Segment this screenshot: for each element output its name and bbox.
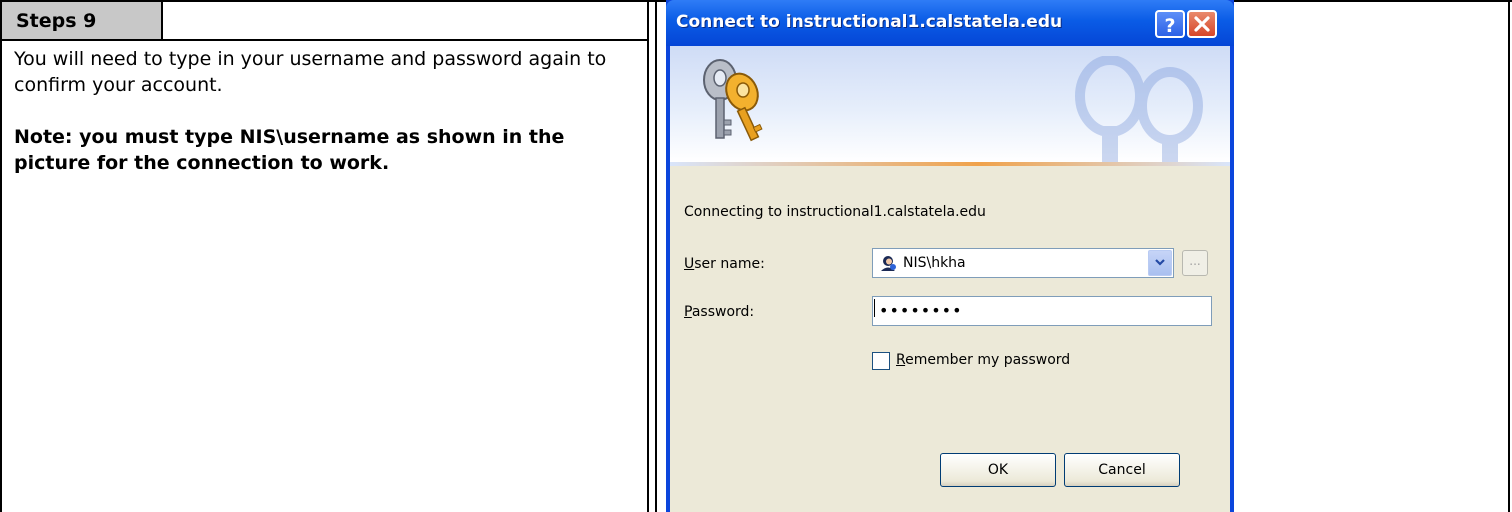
keys-icon [703,59,763,142]
step-label: Steps 9 [16,10,97,32]
browse-button[interactable]: ... [1182,250,1208,276]
ok-button[interactable]: OK [940,453,1056,487]
remember-password-label[interactable]: Remember my password [896,352,1070,368]
help-button[interactable]: ? [1155,10,1185,38]
user-name-combobox[interactable]: NIS\hkha [872,248,1174,278]
close-icon [1194,16,1210,32]
connecting-message: Connecting to instructional1.calstatela.… [684,204,986,220]
close-button[interactable] [1187,10,1217,38]
step-header-cell: Steps 9 [2,2,161,39]
password-label-accel: P [684,304,692,320]
step-header-rule [2,39,647,41]
watermark-keys-icon [1075,56,1203,162]
user-icon [881,256,896,271]
remember-password-text: emember my password [905,352,1071,368]
table-border-right [1508,0,1510,512]
password-value: •••••••• [879,301,963,320]
instruction-text: You will need to type in your username a… [14,46,639,176]
step-header-divider [161,2,163,39]
user-name-value: NIS\hkha [903,255,966,271]
dialog-titlebar[interactable]: Connect to instructional1.calstatela.edu… [666,0,1234,46]
password-field[interactable]: •••••••• [872,296,1212,326]
text-caret [874,298,875,317]
column-divider [655,0,657,512]
remember-password-checkbox[interactable] [872,352,890,370]
help-icon: ? [1164,15,1176,37]
chevron-down-icon [1155,259,1165,266]
table-border-left [0,0,2,512]
banner-divider [670,162,1230,166]
cancel-button[interactable]: Cancel [1064,453,1180,487]
connect-dialog: Connect to instructional1.calstatela.edu… [666,0,1234,512]
dialog-banner [670,46,1230,162]
password-label: Password: [684,304,754,320]
instruction-note: Note: you must type NIS\username as show… [14,126,565,174]
column-divider [647,0,649,512]
dialog-client-area: Connecting to instructional1.calstatela.… [670,46,1230,512]
dialog-title: Connect to instructional1.calstatela.edu [676,12,1063,32]
user-name-label: User name: [684,256,765,272]
instruction-paragraph: You will need to type in your username a… [14,48,607,96]
user-name-label-accel: U [684,256,695,272]
password-label-text: assword: [691,304,755,320]
remember-password-accel: R [896,352,906,368]
user-name-label-text: ser name: [694,256,765,272]
user-name-dropdown-button[interactable] [1148,250,1172,276]
